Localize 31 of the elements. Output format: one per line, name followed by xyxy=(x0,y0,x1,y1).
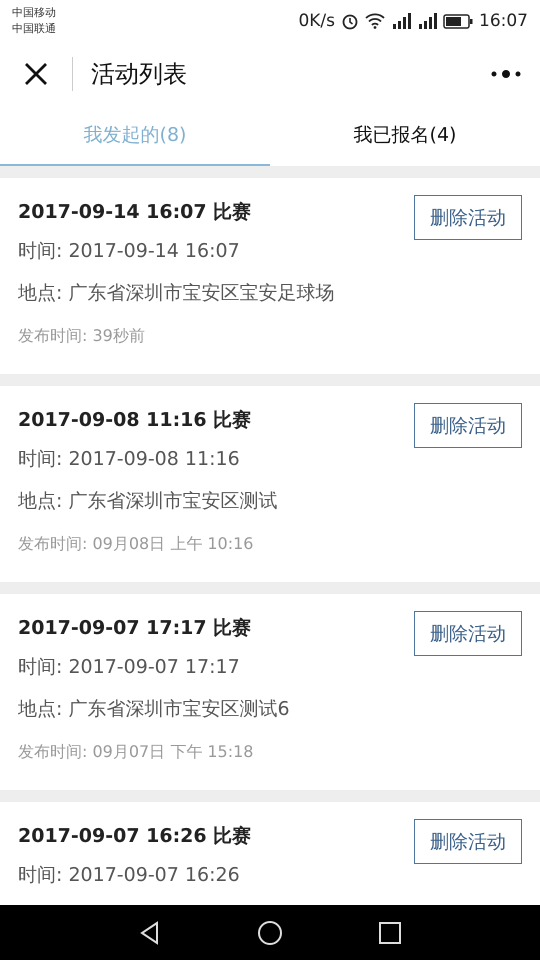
carrier-name: 中国移动 xyxy=(12,5,56,21)
delete-button[interactable]: 删除活动 xyxy=(414,611,522,656)
activity-time: 时间: 2017-09-07 16:26 xyxy=(18,863,241,888)
activity-time: 时间: 2017-09-08 11:16 xyxy=(18,447,241,472)
wifi-icon xyxy=(365,13,385,29)
activity-title: 2017-09-14 16:07 比赛 xyxy=(18,200,252,225)
network-speed: 0K/s xyxy=(298,11,335,31)
delete-button[interactable]: 删除活动 xyxy=(414,403,522,448)
delete-button[interactable]: 删除活动 xyxy=(414,195,522,240)
publish-time: 发布时间: 09月08日 上午 10:16 xyxy=(18,533,254,555)
publish-time: 发布时间: 09月07日 下午 15:18 xyxy=(18,741,254,763)
clock-time: 16:07 xyxy=(479,11,528,31)
home-icon[interactable] xyxy=(257,920,283,946)
activity-time: 时间: 2017-09-14 16:07 xyxy=(18,239,241,264)
activity-title: 2017-09-07 16:26 比赛 xyxy=(18,824,252,849)
delete-button[interactable]: 删除活动 xyxy=(414,819,522,864)
activity-time: 时间: 2017-09-07 17:17 xyxy=(18,655,241,680)
page-title: 活动列表 xyxy=(91,59,188,90)
signal-icon xyxy=(391,13,411,29)
recents-icon[interactable] xyxy=(377,920,403,946)
activity-title: 2017-09-07 17:17 比赛 xyxy=(18,616,252,641)
more-icon[interactable] xyxy=(490,69,522,79)
activity-place: 地点: 广东省深圳市宝安区测试 xyxy=(18,489,278,514)
signal-icon xyxy=(417,13,437,29)
carrier-name: 中国联通 xyxy=(12,21,56,37)
activity-place: 地点: 广东省深圳市宝安区宝安足球场 xyxy=(18,281,336,306)
alarm-icon xyxy=(341,12,359,30)
activity-place: 地点: 广东省深圳市宝安区测试6 xyxy=(18,697,291,722)
battery-icon xyxy=(443,14,473,28)
activity-title: 2017-09-08 11:16 比赛 xyxy=(18,408,252,433)
publish-time: 发布时间: 39秒前 xyxy=(18,325,146,347)
